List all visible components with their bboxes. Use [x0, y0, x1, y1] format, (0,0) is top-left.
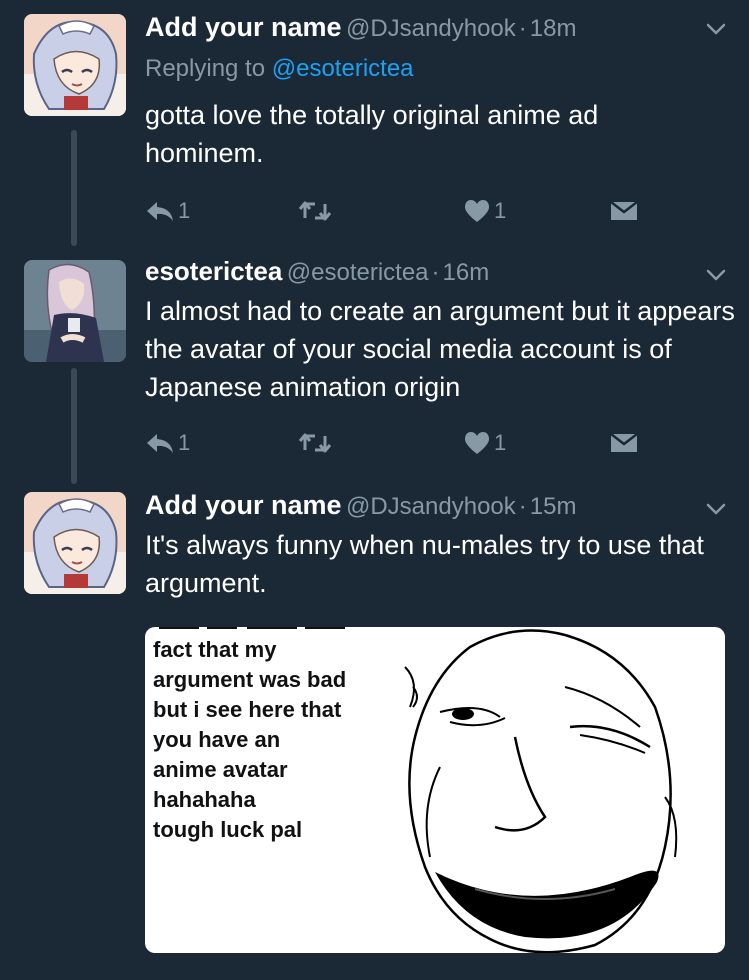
avatar-image [24, 14, 126, 116]
user-handle[interactable]: @esoterictea [287, 259, 429, 286]
user-handle[interactable]: @DJsandyhook [346, 493, 516, 520]
tweet-actions: 1 1 [145, 428, 665, 458]
like-button[interactable]: 1 [463, 428, 506, 458]
like-button[interactable]: 1 [463, 196, 506, 226]
direct-message-button[interactable] [609, 428, 639, 458]
tweet-text: I almost had to create an argument but i… [145, 296, 735, 402]
tweet-header: Add your name @DJsandyhook · 18m [145, 12, 576, 48]
replying-to: Replying to @esoterictea [145, 55, 414, 83]
retweet-icon [298, 201, 332, 221]
tweet-media-image[interactable]: fact that my argument was bad but i see … [145, 627, 725, 953]
user-handle[interactable]: @DJsandyhook [346, 15, 516, 42]
direct-message-icon [610, 433, 638, 452]
tweet-header: esoterictea @esoterictea · 16m [145, 256, 489, 292]
retweet-button[interactable] [297, 428, 333, 458]
tweet[interactable]: esoterictea @esoterictea · 16m I almost ha… [0, 250, 749, 480]
avatar[interactable] [24, 14, 126, 116]
reply-icon [147, 202, 173, 221]
reply-button[interactable]: 1 [145, 428, 190, 458]
timestamp[interactable]: 16m [443, 259, 490, 286]
direct-message-icon [610, 201, 638, 220]
display-name[interactable]: esoterictea [145, 256, 282, 286]
timestamp[interactable]: 18m [530, 15, 577, 42]
chevron-down-icon[interactable] [703, 262, 729, 288]
replying-handle-link[interactable]: @esoterictea [272, 55, 414, 82]
tweet[interactable]: Add your name @DJsandyhook · 18m Replying … [0, 0, 749, 240]
like-count: 1 [494, 198, 507, 223]
separator-dot: · [431, 259, 440, 286]
chevron-down-icon[interactable] [703, 16, 729, 42]
like-icon [464, 200, 490, 222]
meme-caption: fact that my argument was bad but i see … [153, 637, 347, 842]
reply-count: 1 [178, 430, 191, 455]
reply-icon [147, 434, 173, 453]
display-name[interactable]: Add your name [145, 490, 342, 520]
tweet-actions: 1 1 [145, 196, 665, 226]
retweet-button[interactable] [297, 196, 333, 226]
tweet-text: It's always funny when nu-males try to u… [145, 530, 704, 598]
like-count: 1 [494, 430, 507, 455]
smug-face-drawing [404, 629, 678, 953]
like-icon [464, 432, 490, 454]
chevron-down-icon[interactable] [703, 496, 729, 522]
direct-message-button[interactable] [609, 196, 639, 226]
reply-button[interactable]: 1 [145, 196, 190, 226]
avatar-image [24, 260, 126, 362]
tweet-text: gotta love the totally original anime ad… [145, 100, 599, 168]
replying-prefix: Replying to [145, 55, 266, 82]
cropped-text-fragment [159, 627, 345, 629]
retweet-icon [298, 433, 332, 453]
avatar[interactable] [24, 260, 126, 362]
timestamp[interactable]: 15m [530, 493, 577, 520]
separator-dot: · [518, 493, 527, 520]
reply-count: 1 [178, 198, 191, 223]
avatar-image [24, 492, 126, 594]
display-name[interactable]: Add your name [145, 12, 342, 42]
separator-dot: · [518, 15, 527, 42]
avatar[interactable] [24, 492, 126, 594]
tweet-header: Add your name @DJsandyhook · 15m [145, 490, 576, 526]
